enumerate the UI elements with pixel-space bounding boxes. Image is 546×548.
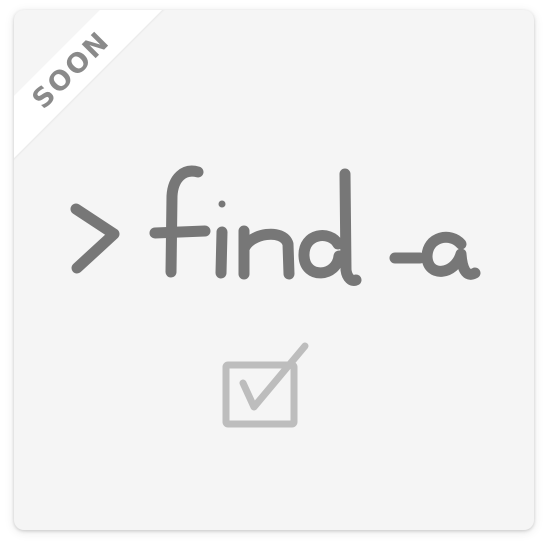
checked-box-icon [222, 342, 309, 428]
letter-i-dot [218, 200, 226, 208]
command-handwriting [70, 165, 481, 286]
letter-n [238, 225, 295, 280]
letter-d [298, 168, 362, 286]
letter-f [165, 165, 204, 278]
letter-a [421, 231, 481, 280]
letter-i-stem [215, 226, 228, 279]
letter-f-crossbar [149, 225, 211, 239]
greater-than-prompt-icon [70, 203, 120, 274]
handwritten-illustration [70, 165, 481, 428]
